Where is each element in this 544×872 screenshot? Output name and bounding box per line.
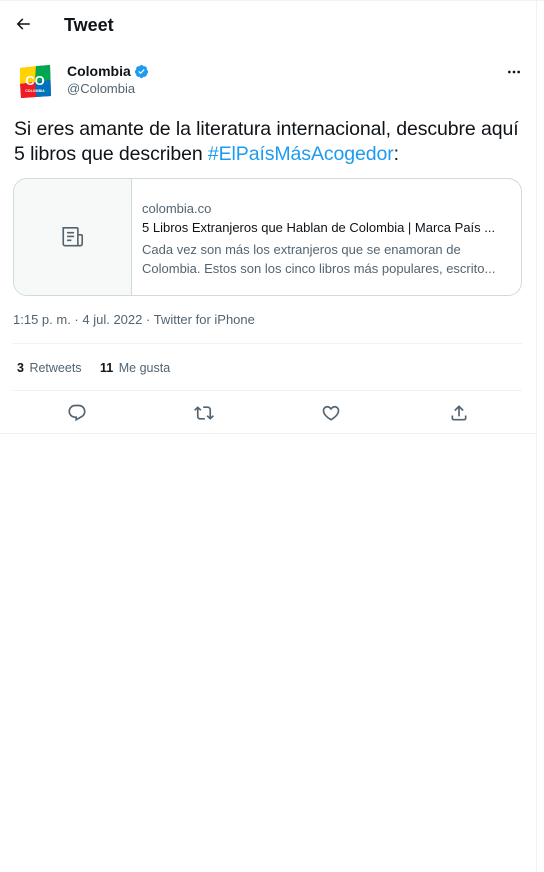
avatar[interactable]: CO COLOMBIA	[16, 62, 54, 100]
avatar-subtext: COLOMBIA	[25, 89, 45, 93]
tweet-source[interactable]: Twitter for iPhone	[154, 312, 255, 327]
likes-stat[interactable]: 11 Me gusta	[100, 360, 170, 376]
card-title: 5 Libros Extranjeros que Hablan de Colom…	[142, 220, 496, 235]
retweet-button[interactable]	[191, 400, 217, 426]
tweet-stats: 3 Retweets 11 Me gusta	[17, 360, 185, 376]
page-title: Tweet	[64, 15, 114, 35]
card-description: Cada vez son más los extranjeros que se …	[142, 242, 496, 276]
page-header: Tweet	[0, 1, 537, 49]
likes-label: Me gusta	[118, 361, 171, 375]
reply-icon	[68, 404, 86, 422]
author-name[interactable]: Colombia	[67, 63, 149, 79]
meta-separator: ·	[142, 312, 154, 327]
back-button[interactable]	[8, 9, 38, 39]
more-icon	[508, 70, 520, 74]
arrow-left-icon	[16, 18, 30, 30]
divider	[0, 433, 537, 434]
reply-button[interactable]	[64, 400, 90, 426]
article-icon	[61, 226, 83, 247]
card-thumbnail	[14, 179, 132, 295]
likes-count: 11	[100, 361, 114, 375]
link-card[interactable]: colombia.co 5 Libros Extranjeros que Hab…	[13, 178, 522, 296]
tweet-detail-column: Tweet CO COLOMBIA Colombia @Colombia Si …	[0, 0, 537, 872]
like-icon	[322, 405, 340, 421]
divider	[13, 343, 522, 344]
retweets-label: Retweets	[29, 361, 82, 375]
hashtag-link[interactable]: #ElPaísMásAcogedor	[208, 143, 394, 165]
more-options-button[interactable]	[502, 60, 526, 84]
divider	[13, 390, 522, 391]
share-button[interactable]	[446, 400, 472, 426]
retweet-icon	[194, 406, 214, 420]
retweets-stat[interactable]: 3 Retweets	[17, 360, 82, 376]
verified-badge-icon	[134, 64, 149, 79]
retweets-count: 3	[17, 361, 24, 375]
tweet-text: Si eres amante de la literatura internac…	[14, 117, 526, 167]
author-name-label: Colombia	[67, 63, 131, 79]
like-button[interactable]	[318, 400, 344, 426]
tweet-time[interactable]: 1:15 p. m.	[13, 312, 71, 327]
meta-separator: ·	[70, 312, 83, 327]
author-handle[interactable]: @Colombia	[67, 81, 135, 97]
share-icon	[451, 405, 467, 421]
tweet-text-end: :	[393, 143, 399, 165]
avatar-text: CO	[25, 73, 45, 88]
card-domain: colombia.co	[142, 201, 212, 216]
tweet-meta: 1:15 p. m. · 4 jul. 2022 · Twitter for i…	[13, 312, 255, 328]
tweet-date[interactable]: 4 jul. 2022	[82, 312, 142, 327]
